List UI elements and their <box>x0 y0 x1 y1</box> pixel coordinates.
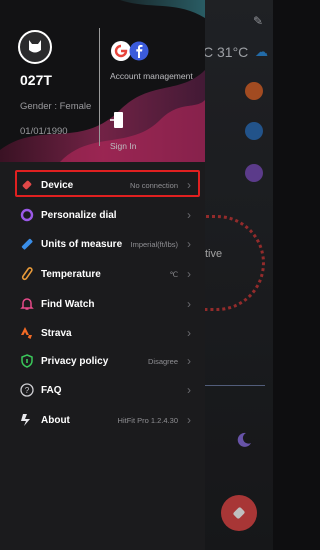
menu-item-units-of-measure[interactable]: Units of measure Imperial(ft/lbs) › <box>0 229 205 259</box>
menu-item-faq[interactable]: ? FAQ › <box>0 375 205 405</box>
chevron-right-icon: › <box>187 383 191 397</box>
menu-item-about[interactable]: About HitFit Pro 1.2.4.30 › <box>0 405 205 435</box>
drawer-header: 027T Gender : Female 01/01/1990 Account … <box>0 0 205 162</box>
menu-item-privacy-policy[interactable]: Privacy policy Disagree › <box>0 346 205 376</box>
birthday-text: 01/01/1990 <box>20 126 68 137</box>
menu-item-label: Privacy policy <box>41 355 109 367</box>
temperature-unit: ℃ <box>169 269 178 279</box>
privacy-status: Disagree <box>147 356 178 366</box>
gender-text: Gender : Female <box>20 101 92 112</box>
watch-dial-icon <box>20 208 34 222</box>
menu-item-label: Units of measure <box>41 238 123 250</box>
navigation-drawer: 027T Gender : Female 01/01/1990 Account … <box>0 0 205 550</box>
chevron-right-icon: › <box>187 413 191 427</box>
chevron-right-icon: › <box>187 208 191 222</box>
question-icon: ? <box>20 383 34 397</box>
menu-item-temperature[interactable]: Temperature ℃ › <box>0 259 205 289</box>
avatar[interactable] <box>18 30 52 64</box>
svg-text:?: ? <box>25 386 30 395</box>
bell-icon <box>20 297 34 311</box>
account-management-button[interactable] <box>110 40 149 62</box>
menu-item-personalize-dial[interactable]: Personalize dial › <box>0 200 205 230</box>
chevron-right-icon: › <box>187 267 191 281</box>
account-management-label[interactable]: Account management <box>110 71 193 81</box>
sign-in-label[interactable]: Sign In <box>110 141 136 151</box>
logo-icon <box>20 413 34 427</box>
app-version: HitFit Pro 1.2.4.30 <box>117 415 178 425</box>
menu-item-strava[interactable]: Strava › <box>0 318 205 348</box>
menu-item-label: About <box>41 414 70 426</box>
thermometer-icon <box>20 267 34 281</box>
menu-item-find-watch[interactable]: Find Watch › <box>0 289 205 319</box>
chevron-right-icon: › <box>187 297 191 311</box>
sign-in-icon[interactable] <box>110 111 124 129</box>
shield-icon <box>20 354 34 368</box>
menu-item-label: Strava <box>41 327 72 339</box>
menu-item-label: FAQ <box>41 384 62 396</box>
chevron-right-icon: › <box>187 237 191 251</box>
header-divider <box>99 28 100 146</box>
device-highlight-box <box>15 170 200 197</box>
menu-item-label: Find Watch <box>41 298 95 310</box>
username: 027T <box>20 72 52 88</box>
chevron-right-icon: › <box>187 354 191 368</box>
menu-item-label: Temperature <box>41 268 101 280</box>
units-value: Imperial(ft/lbs) <box>130 239 178 249</box>
facebook-icon <box>129 41 149 61</box>
strava-icon <box>20 326 34 340</box>
menu-item-label: Personalize dial <box>41 209 117 221</box>
ruler-icon <box>20 237 34 251</box>
chevron-right-icon: › <box>187 326 191 340</box>
cat-avatar-icon <box>29 40 41 53</box>
